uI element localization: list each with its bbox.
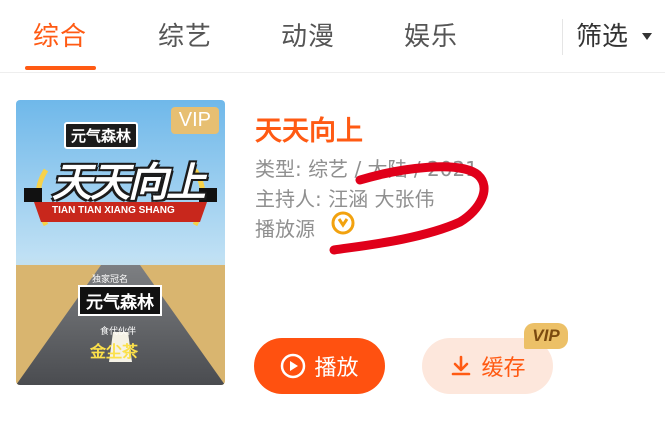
youku-source-icon[interactable] [331, 211, 355, 235]
sponsor-caption: 独家冠名 [92, 275, 129, 285]
download-icon [452, 355, 471, 376]
tab-anime[interactable]: 动漫 [281, 16, 335, 53]
partner-name: 金尘茶 [90, 342, 139, 361]
show-logo: 天天向上 [52, 160, 206, 206]
tab-variety[interactable]: 综艺 [158, 16, 212, 53]
show-poster[interactable]: 元气森林 天天向上 TIAN TIAN XIANG SHANG 独家冠名 元气森… [16, 100, 225, 385]
play-circle-icon [281, 353, 306, 379]
tab-entertainment[interactable]: 娱乐 [404, 16, 458, 53]
partner-caption: 食代伙伴 [100, 327, 137, 337]
play-label: 播放 [314, 356, 359, 381]
type-line: 类型: 综艺 / 大陆 / 2021 [255, 157, 478, 181]
show-title[interactable]: 天天向上 [255, 109, 363, 148]
pinyin-ribbon-text: TIAN TIAN XIANG SHANG [52, 205, 175, 216]
source-label: 播放源 [255, 217, 315, 241]
filter-button[interactable]: 筛选 [576, 16, 628, 53]
cache-vip-tag: VIP [524, 323, 568, 349]
host-line: 主持人: 汪涵 大张伟 [255, 187, 435, 211]
category-tab-bar: 综合 综艺 动漫 娱乐 筛选 [0, 0, 665, 73]
play-button[interactable]: 播放 [254, 338, 385, 394]
active-tab-indicator [25, 66, 96, 70]
cache-label: 缓存 [481, 356, 526, 381]
caret-down-icon[interactable] [642, 33, 652, 40]
divider [562, 19, 563, 55]
vip-badge: VIP [170, 107, 219, 134]
brand-top-label: 元气森林 [64, 122, 139, 149]
sponsor-name: 元气森林 [78, 285, 162, 316]
tab-comprehensive[interactable]: 综合 [33, 16, 87, 53]
